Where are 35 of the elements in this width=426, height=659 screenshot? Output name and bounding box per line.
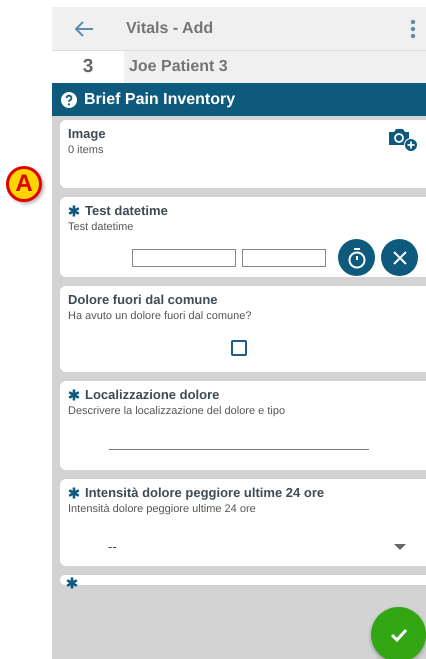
stopwatch-icon (346, 246, 366, 268)
required-asterisk-icon (68, 388, 80, 400)
date-field[interactable] (132, 248, 236, 266)
required-asterisk-icon (66, 577, 78, 589)
screen-title: Vitals - Add (126, 20, 214, 38)
field-description: Descrivere la localizzazione del dolore e tipo (68, 405, 286, 417)
required-asterisk-icon (68, 486, 80, 498)
section-title: Brief Pain Inventory (84, 90, 236, 108)
bed-number: 3 (52, 51, 124, 83)
close-icon (392, 250, 408, 266)
field-description: Test datetime (68, 221, 134, 233)
field-label: Image (68, 126, 106, 141)
field-description: Ha avuto un dolore fuori dal comune? (68, 310, 252, 322)
patient-name: Joe Patient 3 (129, 58, 228, 76)
confirm-button[interactable] (371, 607, 426, 659)
field-label: Localizzazione dolore (85, 387, 220, 402)
time-field[interactable] (242, 248, 326, 266)
field-description: Intensità dolore peggiore ultime 24 ore (68, 503, 257, 515)
dropdown-caret-icon (394, 544, 406, 550)
timer-button[interactable] (338, 239, 375, 276)
text-input-line[interactable] (109, 449, 369, 450)
required-asterisk-icon (68, 204, 80, 216)
add-photo-icon[interactable] (388, 126, 418, 152)
field-label: Dolore fuori dal comune (68, 292, 218, 307)
field-label: Intensità dolore peggiore ultime 24 ore (85, 485, 324, 500)
field-label: Test datetime (85, 203, 168, 218)
back-arrow-icon[interactable] (74, 20, 94, 36)
clear-button[interactable] (381, 239, 418, 276)
field-description: 0 items (68, 144, 104, 156)
help-icon[interactable] (61, 92, 77, 108)
checkbox[interactable] (231, 340, 247, 356)
checkmark-icon (390, 628, 408, 642)
more-menu-icon[interactable] (410, 18, 416, 38)
dropdown-field[interactable]: -- (68, 539, 418, 554)
callout-marker: A (6, 166, 42, 202)
